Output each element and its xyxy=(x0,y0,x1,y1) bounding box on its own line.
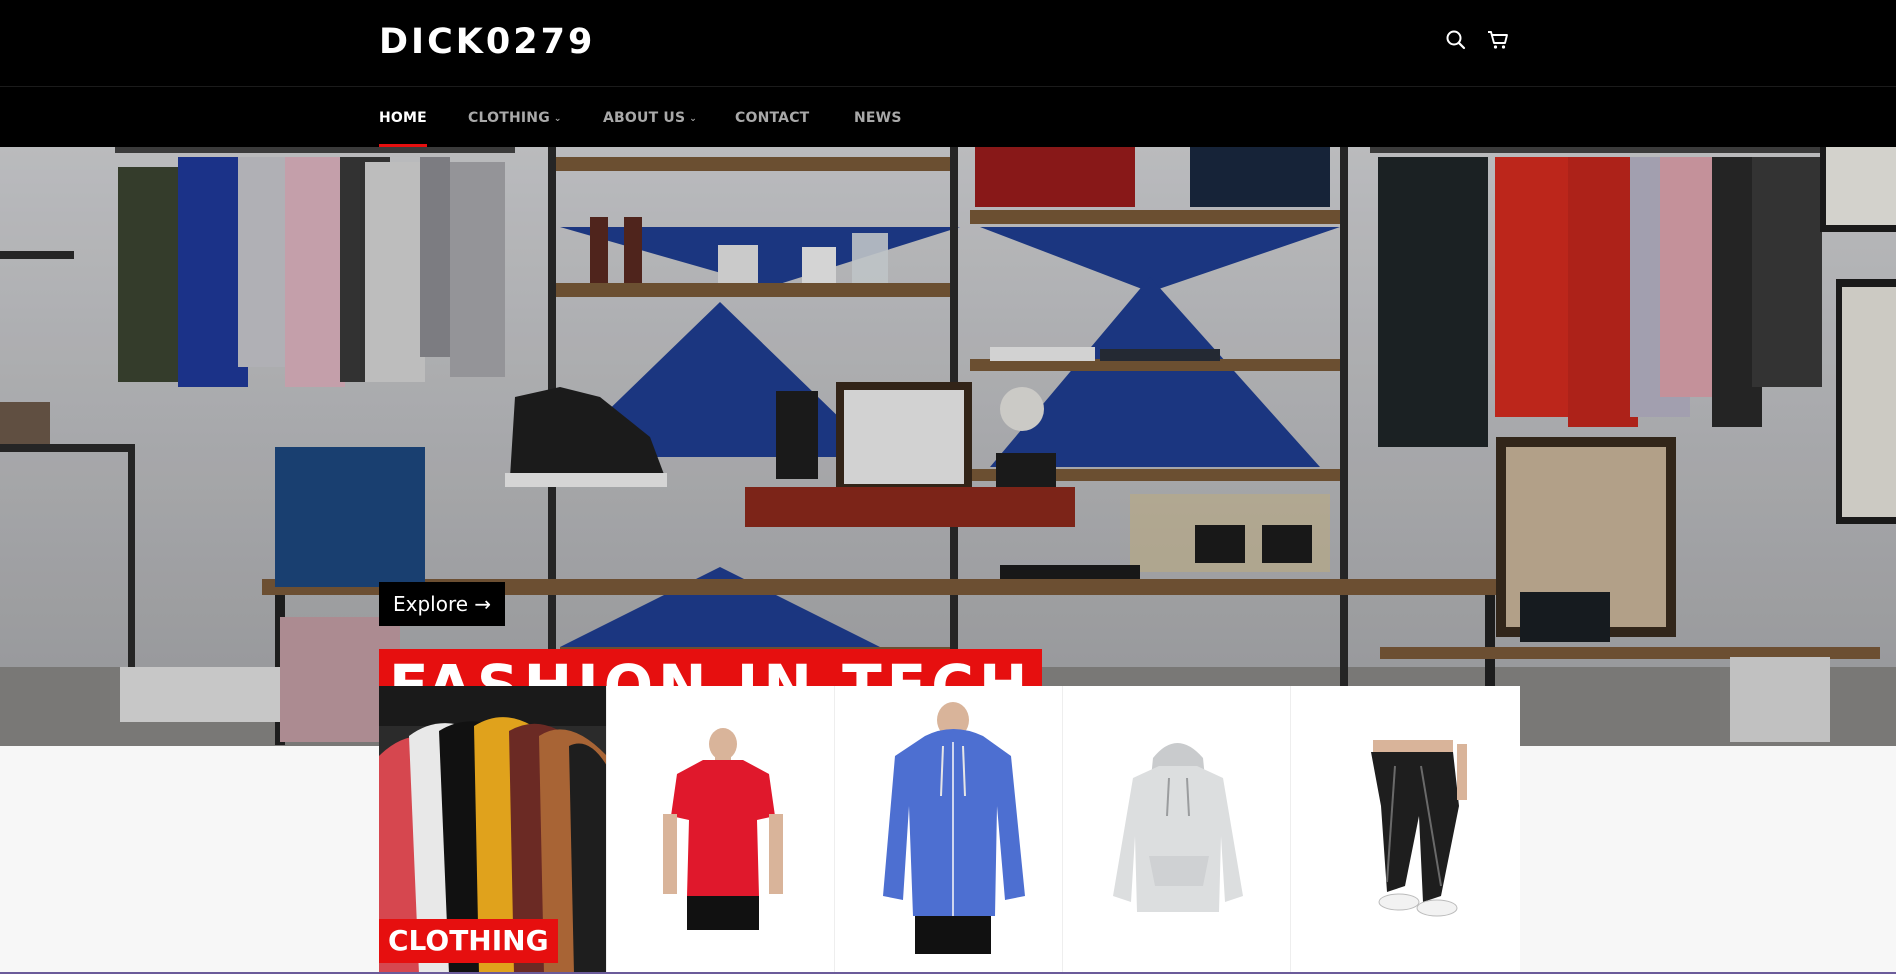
explore-button[interactable]: Explore → xyxy=(379,582,506,626)
nav-item-news[interactable]: NEWS xyxy=(854,87,902,148)
cart-icon[interactable] xyxy=(1486,28,1510,52)
collection-label: CLOTHING xyxy=(379,919,558,963)
nav-item-label: ABOUT US xyxy=(603,109,686,126)
collection-tile-clothing[interactable]: CLOTHING xyxy=(379,686,607,974)
nav-item-label: CLOTHING xyxy=(468,109,550,126)
chevron-down-icon: ⌄ xyxy=(553,113,562,124)
search-icon[interactable] xyxy=(1444,28,1468,52)
nav-item-label: NEWS xyxy=(854,109,902,126)
collection-grid: CLOTHING xyxy=(379,686,1520,974)
store-logo[interactable]: DICK0279 xyxy=(379,20,595,64)
nav-item-home[interactable]: HOME xyxy=(379,87,427,148)
nav-item-label: HOME xyxy=(379,109,427,126)
nav-item-about-us[interactable]: ABOUT US ⌄ xyxy=(603,87,697,148)
nav-item-clothing[interactable]: CLOTHING ⌄ xyxy=(468,87,562,148)
main-nav: HOME CLOTHING ⌄ ABOUT US ⌄ CONTACT NEWS xyxy=(0,86,1896,148)
product-tile-grey-hoodie[interactable] xyxy=(1063,686,1291,974)
product-tile-black-joggers[interactable] xyxy=(1291,686,1519,974)
nav-item-label: CONTACT xyxy=(735,109,810,126)
nav-item-contact[interactable]: CONTACT xyxy=(735,87,809,148)
chevron-down-icon: ⌄ xyxy=(689,113,698,124)
product-tile-red-t-shirt[interactable] xyxy=(607,686,835,974)
blue-zip-hoodie-image xyxy=(835,686,1062,974)
product-tile-blue-hoodie[interactable] xyxy=(835,686,1063,974)
grey-hoodie-image xyxy=(1063,686,1290,974)
hero-banner: FASHION IN TECH xyxy=(0,147,1896,746)
site-header: DICK0279 xyxy=(0,0,1896,86)
black-joggers-image xyxy=(1291,686,1519,974)
red-t-shirt-image xyxy=(607,686,834,974)
